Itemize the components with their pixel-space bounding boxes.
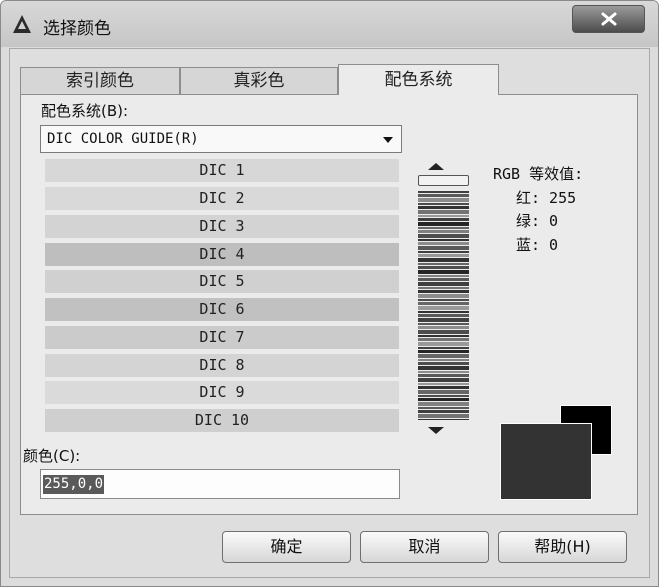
color-book-scrollbar[interactable] xyxy=(416,161,470,437)
guide-item-dic-8[interactable]: DIC 8 xyxy=(45,354,399,377)
color-guide-list: DIC 1 DIC 2 DIC 3 DIC 4 DIC 5 DIC 6 DIC … xyxy=(45,159,399,435)
guide-item-dic-5[interactable]: DIC 5 xyxy=(45,270,399,293)
title-bar[interactable]: 选择颜色 xyxy=(1,1,658,47)
scroll-down-arrow-icon[interactable] xyxy=(428,427,444,434)
app-logo-icon xyxy=(13,15,31,33)
rgb-blue-value: 蓝: 0 xyxy=(516,236,559,254)
color-input[interactable]: 255,0,0 xyxy=(40,469,400,499)
guide-item-dic-2[interactable]: DIC 2 xyxy=(45,187,399,210)
select-color-dialog: 选择颜色 索引颜色 真彩色 配色系统 配色系统(B): DIC COLOR GU… xyxy=(0,0,659,587)
color-system-dropdown[interactable]: DIC COLOR GUIDE(R) xyxy=(40,125,402,153)
scroll-up-arrow-icon[interactable] xyxy=(428,163,444,170)
close-button[interactable] xyxy=(572,5,645,33)
scroll-thumb[interactable] xyxy=(418,175,469,186)
guide-item-dic-1[interactable]: DIC 1 xyxy=(45,159,399,182)
color-system-label: 配色系统(B): xyxy=(41,102,129,120)
color-input-value: 255,0,0 xyxy=(43,475,105,494)
guide-item-dic-4[interactable]: DIC 4 xyxy=(45,243,399,266)
guide-item-dic-6[interactable]: DIC 6 xyxy=(45,298,399,321)
guide-item-dic-3[interactable]: DIC 3 xyxy=(45,215,399,238)
guide-item-dic-10[interactable]: DIC 10 xyxy=(45,409,399,432)
tab-color-books[interactable]: 配色系统 xyxy=(338,64,499,95)
ok-button[interactable]: 确定 xyxy=(222,531,351,563)
chevron-down-icon xyxy=(383,137,393,143)
guide-item-dic-7[interactable]: DIC 7 xyxy=(45,326,399,349)
tab-true-color[interactable]: 真彩色 xyxy=(180,67,338,94)
color-system-value: DIC COLOR GUIDE(R) xyxy=(47,131,199,147)
window-title: 选择颜色 xyxy=(43,19,111,39)
close-icon xyxy=(601,12,617,26)
help-button[interactable]: 帮助(H) xyxy=(498,531,627,563)
rgb-green-value: 绿: 0 xyxy=(516,212,559,230)
rgb-red-value: 红: 255 xyxy=(516,189,577,207)
cancel-button[interactable]: 取消 xyxy=(360,531,489,563)
color-book-page-strip[interactable] xyxy=(418,191,469,420)
color-label: 颜色(C): xyxy=(23,447,81,465)
tab-index-color[interactable]: 索引颜色 xyxy=(20,67,180,94)
guide-item-dic-9[interactable]: DIC 9 xyxy=(45,381,399,404)
rgb-equivalent-title: RGB 等效值: xyxy=(493,165,584,183)
new-color-swatch xyxy=(500,423,592,500)
